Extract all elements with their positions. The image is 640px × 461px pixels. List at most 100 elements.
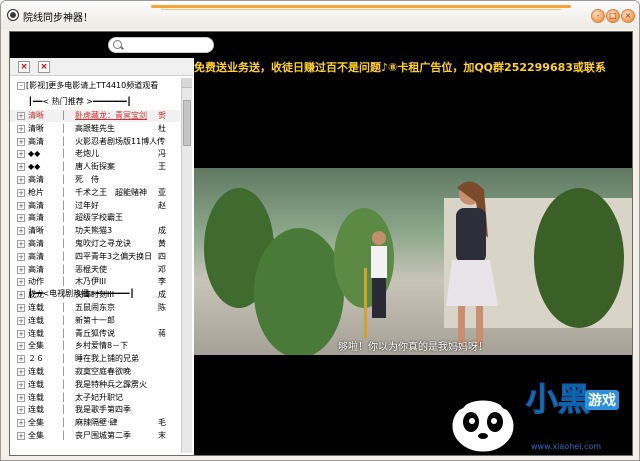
list-item[interactable]: + 连载 │ 五鼠闹东京 陈 [10,302,180,314]
list-item[interactable]: + 全集 │ 麻辣隔壁·肆 毛 [10,417,180,429]
list-item[interactable]: + 清晰 │ 功夫熊猫3 成 [10,225,180,237]
search-icon[interactable] [113,40,122,49]
uploader-text: 赵 [158,200,166,210]
expand-icon[interactable]: + [17,227,25,236]
column-separator: │ [61,251,66,261]
quality-tag: 高清 [28,136,44,146]
quality-tag: 连载 [28,315,44,325]
list-item[interactable]: + 高清 │ 火影忍者剧场版11博人传 [10,136,180,148]
quality-tag: 高清 [28,251,44,261]
quality-tag: 高清 [28,213,44,223]
expand-icon[interactable]: + [17,329,25,338]
expand-icon[interactable]: + [17,355,25,364]
expand-icon[interactable]: + [17,406,25,415]
list-item[interactable]: + 连载 │ 我是特种兵之霹雳火 [10,379,180,391]
list-item[interactable]: + ◆◆ │ 唐人街探案 王 [10,161,180,173]
list-item[interactable]: + 高清 │ 四平青年3之偏天换日四 [10,251,180,263]
title-decoration [151,5,571,8]
uploader-text: 陈 [158,303,166,312]
list-item[interactable]: + 高清 │ 恶棍天使 邓 [10,264,180,276]
expand-icon[interactable]: + [17,163,25,172]
close-list-button[interactable]: × [38,61,50,73]
list-item[interactable]: + 动作 │ 木乃伊III 李 [10,276,180,288]
expand-icon[interactable]: + [17,214,25,223]
list-item[interactable]: + 高清 │ 过年好 赵 [10,200,180,212]
expand-icon[interactable]: + [17,201,25,210]
title-text: 老炮儿 [75,149,99,159]
maximize-button[interactable]: □ [606,9,620,23]
list-item[interactable]: + 高清 │ 超级学校霸王 [10,212,180,224]
list-item[interactable]: + 连载 │ 太子妃升职记 [10,392,180,404]
section-title: ┃━━< 热门推荐 >━━━━━━━┃ [28,97,132,106]
title-text: 恶棍天使 [75,264,107,274]
column-separator: │ [61,213,66,223]
section-title: ┃━━<电视剧热播>━━━━━━━┃ [28,289,135,298]
expand-icon[interactable]: + [17,188,25,197]
list-item[interactable]: + 全集 │ 乡村爱情8－下 [10,340,180,352]
list-item[interactable]: +２６ │ 睡在我上铺的兄弟 [10,353,180,365]
watermark-logo: 小黑 游戏 www.xiaohei.com [441,356,639,460]
expand-icon[interactable]: + [17,150,25,159]
quality-tag: 清晰 [28,111,44,120]
column-separator: │ [61,367,66,376]
list-item[interactable]: + 连载 │ 青丘狐传说 蒋 [10,328,180,340]
list-item[interactable]: + 全集 │ 丧尸围城第二季 末 [10,430,180,442]
window-title: 院线同步神器！ [23,13,93,24]
expand-icon[interactable]: + [17,252,25,261]
column-separator: │ [61,418,66,428]
close-button[interactable]: × [621,9,635,23]
expand-icon[interactable]: + [17,304,25,312]
title-text: 寂寞空庭春欲晚 [75,367,131,376]
list-item[interactable]: + 枪片 │ 千术之王 超能赌神 亚 [10,187,180,199]
minimize-button[interactable]: - [591,9,605,23]
title-text: 新第十一郎 [75,315,115,325]
expand-icon[interactable]: + [17,316,25,325]
expand-icon[interactable]: + [17,342,25,351]
quality-tag: 连载 [28,367,44,376]
marquee-text: 免费送业务送，收徒日赚过百不是问题♪⑧卡租广告位，加QQ群252299683或联… [194,61,606,74]
expand-icon[interactable]: + [17,380,25,389]
expand-icon[interactable]: + [17,265,25,274]
scroll-thumb[interactable] [183,100,191,146]
expand-icon[interactable]: - [17,82,25,90]
expand-icon[interactable]: + [17,368,25,376]
list-scrollbar[interactable] [181,78,192,453]
column-separator: │ [61,226,66,236]
uploader-text: 黄 [158,239,166,248]
expand-icon[interactable]: + [17,419,25,428]
expand-icon[interactable]: + [17,432,25,440]
delete-button[interactable]: × [18,61,30,73]
channel-list[interactable]: - [影视]更多电影请上TT4410频道观看 ┃━━< 热门推荐 >━━━━━━… [10,78,180,453]
list-item[interactable]: + 清晰 │ 高跟鞋先生 杜 [10,123,180,135]
list-item[interactable]: + 清晰 │ 卧虎藏龙：青冥宝剑 贺 [10,110,180,122]
panda-logo-icon [447,390,519,455]
search-input[interactable] [108,37,214,53]
column-separator: │ [61,187,66,197]
quality-tag: 全集 [28,431,44,440]
list-item[interactable]: + 连载 │ 寂寞空庭春欲晚 [10,366,180,378]
expand-icon[interactable]: + [17,240,25,248]
promo-row[interactable]: - [影视]更多电影请上TT4410频道观看 [10,80,180,92]
uploader-text: 毛 [158,418,166,428]
list-item[interactable]: + 连载 │ 我是歌手第四季 [10,404,180,416]
quality-tag: 连载 [28,303,44,312]
expand-icon[interactable]: + [17,112,25,120]
expand-icon[interactable]: + [17,124,25,133]
title-text: 睡在我上铺的兄弟 [75,354,139,364]
list-item[interactable]: + 高清 │ 鬼吹灯之寻龙诀 黄 [10,238,180,250]
expand-icon[interactable]: + [17,393,25,402]
quality-tag: 枪片 [28,187,44,197]
title-text: 高跟鞋先生 [75,123,115,133]
uploader-text: 王 [158,162,166,172]
list-item[interactable]: + 高清 │ 死 侍 [10,174,180,186]
expand-icon[interactable]: + [17,278,25,287]
promo-text: [影视]更多电影请上TT4410频道观看 [26,81,159,90]
title-bar[interactable]: 院线同步神器！ - □ × [1,1,639,29]
expand-icon[interactable]: + [17,176,25,184]
title-text: 青丘狐传说 [75,328,115,338]
list-item[interactable]: + ◆◆ │ 老炮儿 冯 [10,148,180,160]
scroll-up-button[interactable] [182,78,192,88]
column-separator: │ [61,341,66,351]
list-item[interactable]: + 连载 │ 新第十一郎 [10,315,180,327]
expand-icon[interactable]: + [17,137,25,146]
